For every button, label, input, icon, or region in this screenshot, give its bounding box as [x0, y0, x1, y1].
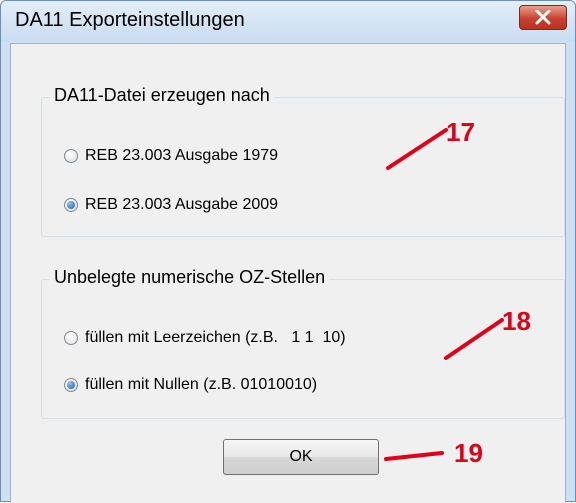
annotation-label-19: 19 — [454, 438, 483, 468]
annotation-label-17: 17 — [446, 117, 475, 147]
annotation-lines — [384, 128, 504, 461]
annotation-line-18 — [444, 318, 504, 360]
annotation-line-17 — [386, 128, 448, 170]
annotation-label-18: 18 — [502, 306, 531, 336]
annotation-line-19 — [384, 451, 444, 461]
